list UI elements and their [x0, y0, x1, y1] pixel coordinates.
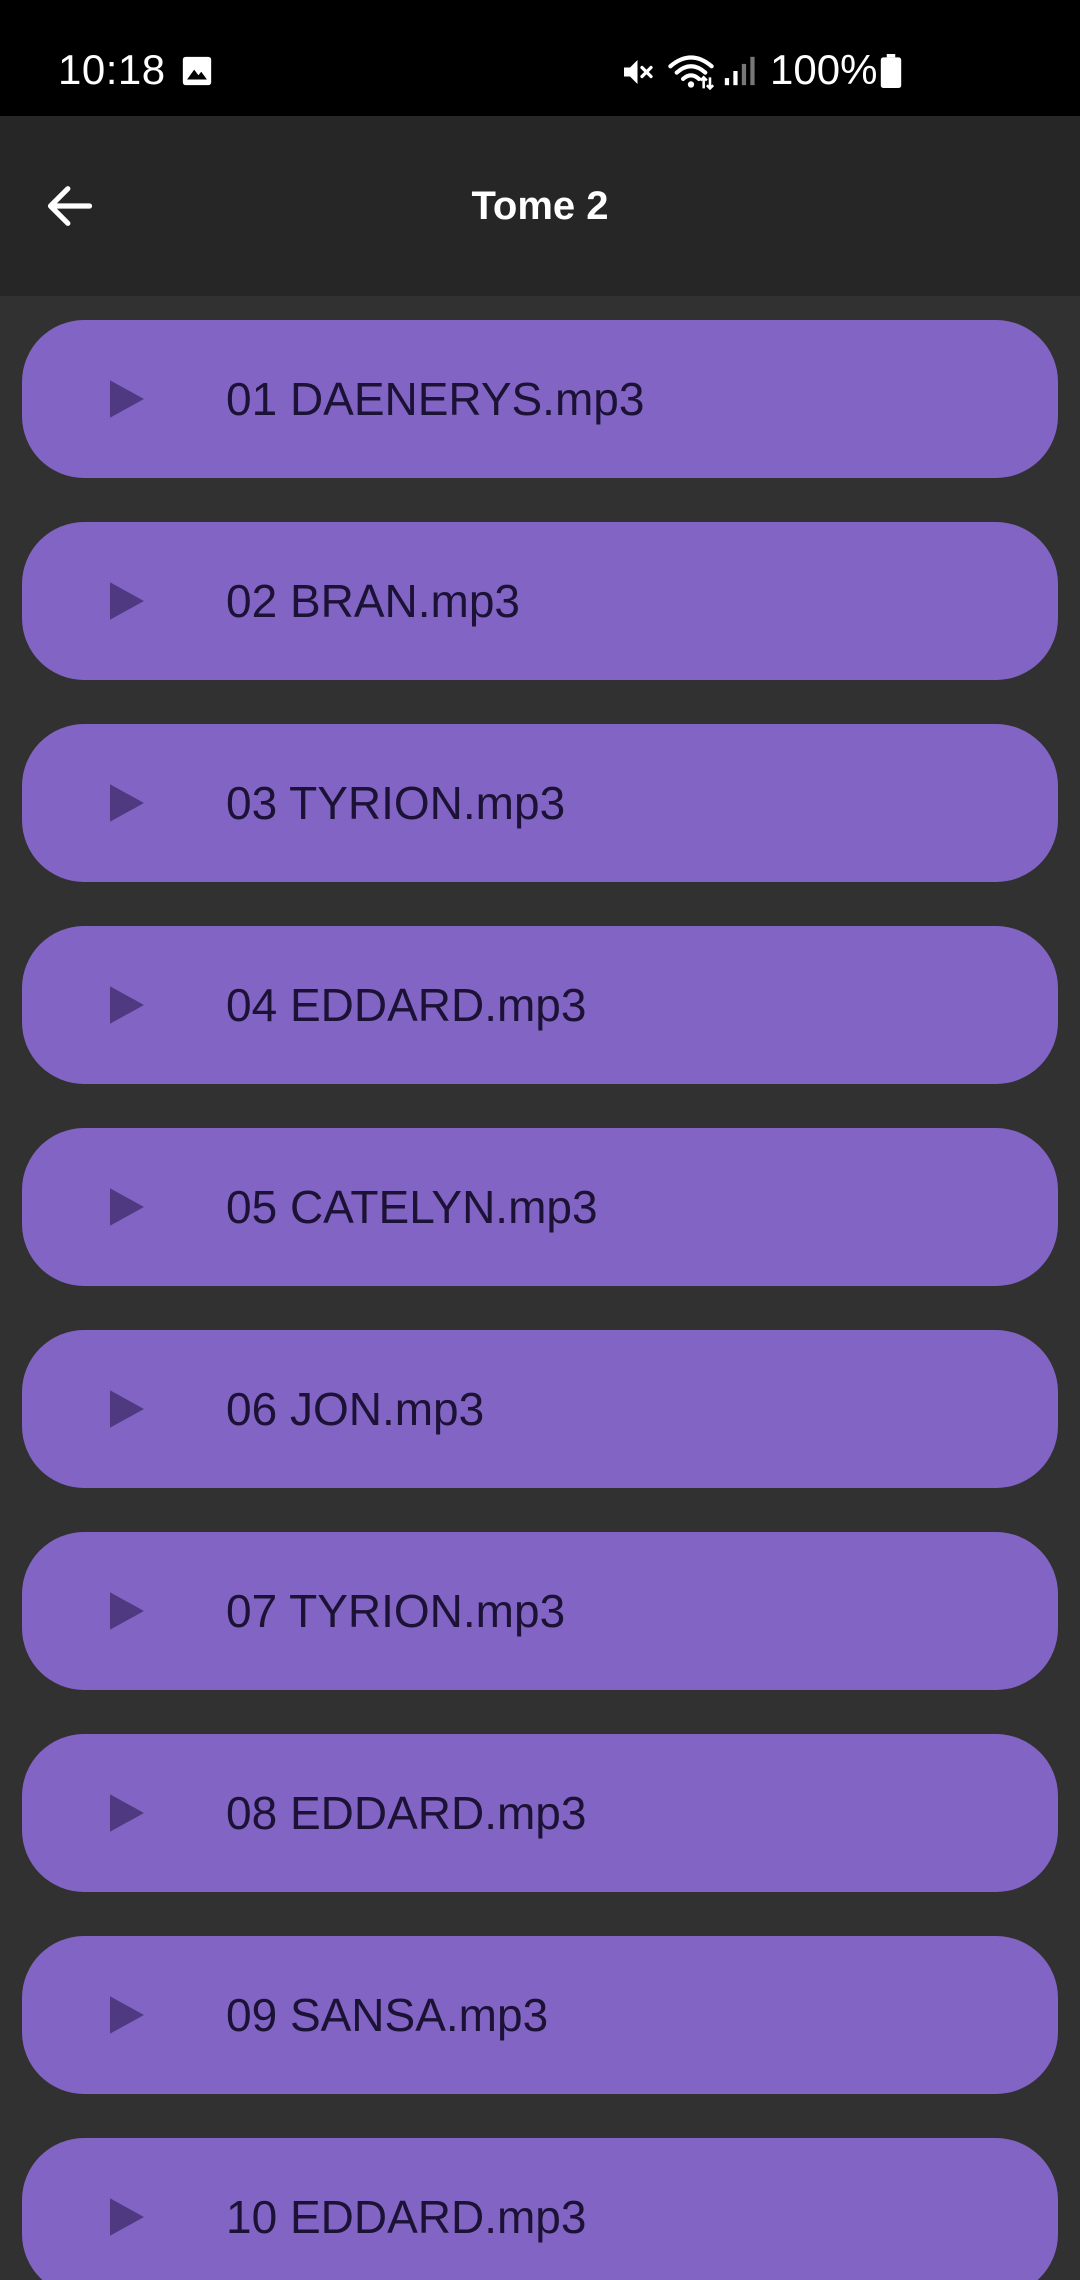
track-title: 01 DAENERYS.mp3 — [226, 373, 645, 425]
arrow-left-icon — [47, 186, 93, 226]
track-title: 05 CATELYN.mp3 — [226, 1181, 598, 1233]
track-item[interactable]: 08 EDDARD.mp3 — [22, 1734, 1058, 1892]
status-time: 10:18 — [58, 46, 166, 93]
track-item[interactable]: 03 TYRION.mp3 — [22, 724, 1058, 882]
play-icon — [110, 582, 144, 620]
track-title: 03 TYRION.mp3 — [226, 777, 566, 829]
image-icon — [182, 56, 212, 86]
track-title: 07 TYRION.mp3 — [226, 1585, 566, 1637]
play-icon — [110, 2198, 144, 2236]
status-bar: 10:18 100% — [0, 0, 1080, 116]
play-icon — [110, 784, 144, 822]
track-item[interactable]: 05 CATELYN.mp3 — [22, 1128, 1058, 1286]
battery-percentage: 100% — [770, 46, 878, 93]
play-icon — [110, 1188, 144, 1226]
back-button[interactable] — [22, 158, 118, 254]
track-title: 06 JON.mp3 — [226, 1383, 485, 1435]
track-item[interactable]: 10 EDDARD.mp3 — [22, 2138, 1058, 2280]
track-title: 02 BRAN.mp3 — [226, 575, 521, 627]
track-list: 01 DAENERYS.mp3 02 BRAN.mp3 03 TYRION.mp… — [0, 296, 1080, 2280]
track-title: 09 SANSA.mp3 — [226, 1989, 549, 2041]
play-icon — [110, 986, 144, 1024]
play-icon — [110, 1794, 144, 1832]
battery-icon — [880, 54, 902, 88]
track-title: 04 EDDARD.mp3 — [226, 979, 587, 1031]
track-item[interactable]: 01 DAENERYS.mp3 — [22, 320, 1058, 478]
play-icon — [110, 380, 144, 418]
signal-icon — [724, 56, 755, 86]
wifi-icon — [668, 55, 715, 90]
app-bar: Tome 2 — [0, 116, 1080, 296]
track-title: 08 EDDARD.mp3 — [226, 1787, 587, 1839]
track-title: 10 EDDARD.mp3 — [226, 2191, 587, 2243]
track-item[interactable]: 06 JON.mp3 — [22, 1330, 1058, 1488]
track-item[interactable]: 02 BRAN.mp3 — [22, 522, 1058, 680]
track-item[interactable]: 07 TYRION.mp3 — [22, 1532, 1058, 1690]
track-item[interactable]: 09 SANSA.mp3 — [22, 1936, 1058, 2094]
play-icon — [110, 1996, 144, 2034]
play-icon — [110, 1390, 144, 1428]
play-icon — [110, 1592, 144, 1630]
track-item[interactable]: 04 EDDARD.mp3 — [22, 926, 1058, 1084]
page-title: Tome 2 — [471, 184, 609, 228]
mute-icon — [624, 60, 653, 84]
